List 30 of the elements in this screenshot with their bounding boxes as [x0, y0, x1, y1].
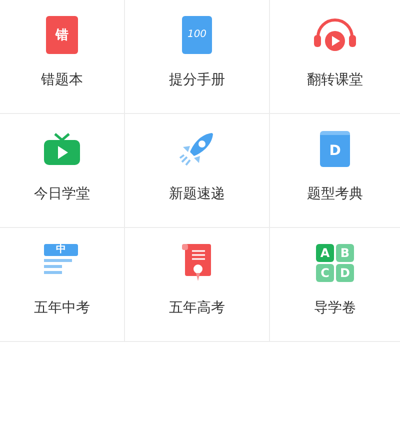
grid-tile[interactable]: D 题型考典 [270, 114, 400, 228]
grid-tile[interactable]: A B C D 导学卷 [270, 228, 400, 342]
tile-label: 提分手册 [169, 71, 225, 90]
tile-label: 新题速递 [169, 185, 225, 204]
certificate-icon [180, 243, 214, 283]
tv-icon [43, 132, 81, 166]
rocket-icon [178, 130, 216, 168]
tile-label: 导学卷 [314, 299, 356, 318]
grid-tile[interactable]: 100 提分手册 [125, 0, 270, 114]
grid-tile[interactable]: 中 五年中考 [0, 228, 125, 342]
icon-glyph: B [340, 247, 350, 259]
tile-label: 五年中考 [34, 299, 90, 318]
icon-glyph: D [329, 144, 341, 158]
headphones-icon [312, 17, 358, 53]
icon-glyph: 错 [56, 28, 68, 42]
tile-label: 五年高考 [169, 299, 225, 318]
icon-glyph: A [320, 247, 330, 259]
tile-label: 题型考典 [307, 185, 363, 204]
icon-glyph: D [340, 267, 350, 279]
icon-glyph: 中 [56, 245, 66, 255]
grid-tile[interactable]: 五年高考 [125, 228, 270, 342]
grid-tile[interactable]: 错 错题本 [0, 0, 125, 114]
tile-label: 错题本 [41, 71, 83, 90]
grid-tile[interactable]: 今日学堂 [0, 114, 125, 228]
icon-glyph: 100 [187, 30, 207, 40]
grid-tile[interactable]: 新题速递 [125, 114, 270, 228]
tile-label: 翻转课堂 [307, 71, 363, 90]
tile-label: 今日学堂 [34, 185, 90, 204]
icon-glyph: C [320, 267, 330, 279]
grid-tile[interactable]: 翻转课堂 [270, 0, 400, 114]
